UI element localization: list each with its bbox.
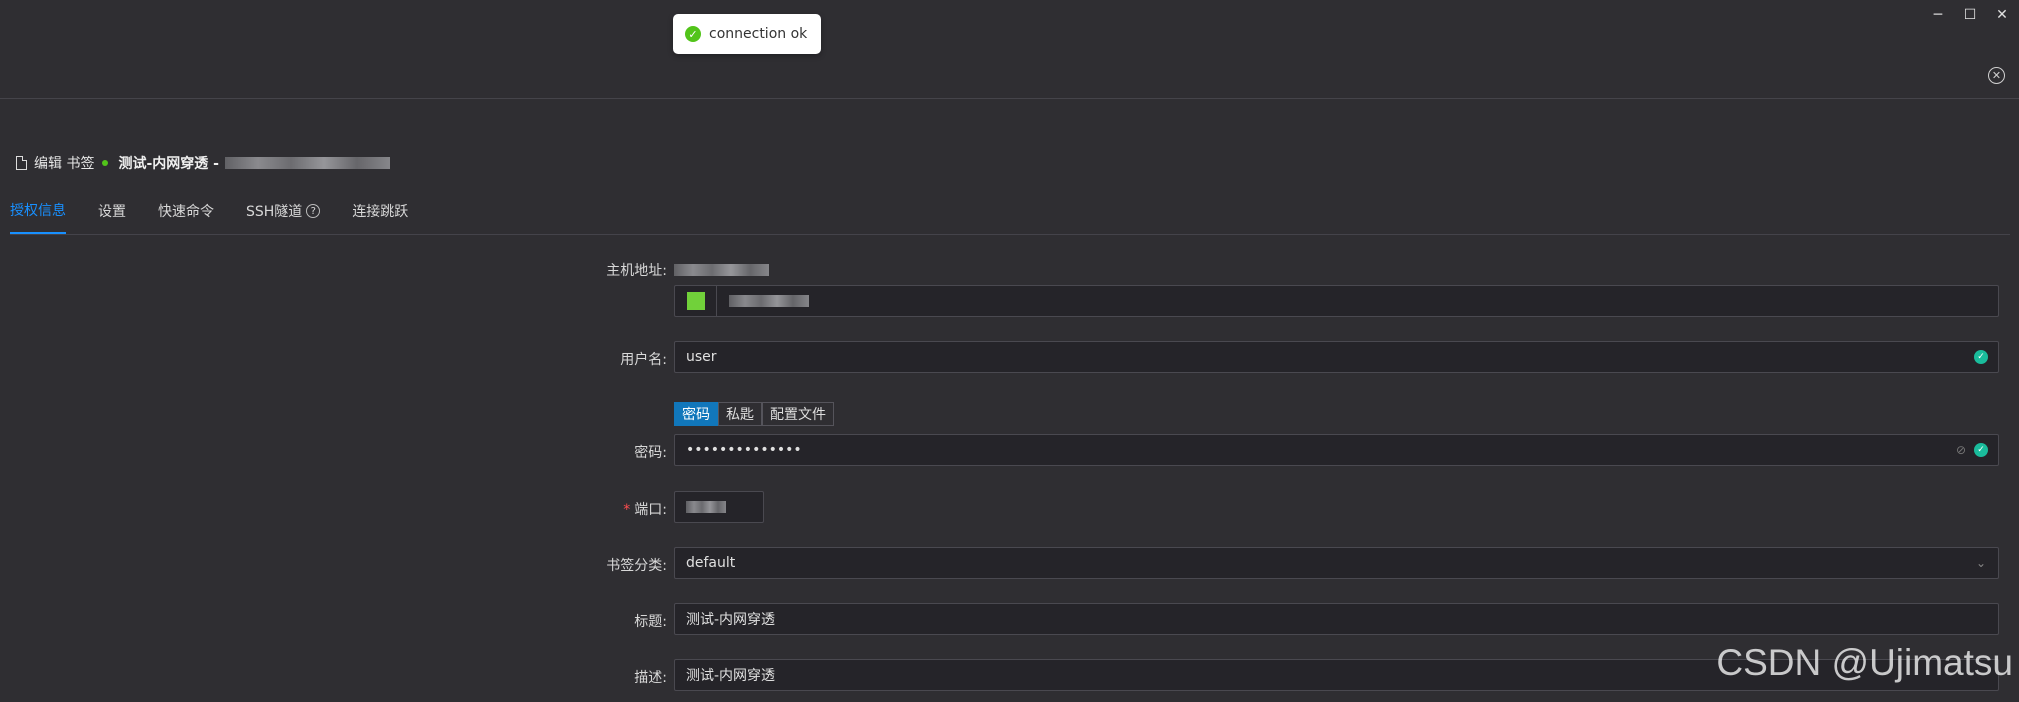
password-label: 密码: (634, 445, 667, 461)
window-controls: ─ ☐ ✕ (1925, 4, 2015, 26)
auth-type-private-key[interactable]: 私匙 (718, 402, 762, 426)
edit-bookmark-label: 编辑 书签 (34, 156, 95, 172)
category-label: 书签分类: (606, 558, 667, 574)
close-icon[interactable]: ✕ (1989, 4, 2015, 26)
check-icon: ✓ (1974, 443, 1988, 457)
description-label: 描述: (634, 670, 667, 686)
tab-bar: 授权信息 设置 快速命令 SSH隧道? 连接跳跃 (10, 200, 440, 234)
username-value: user (686, 349, 717, 365)
tab-quick-commands[interactable]: 快速命令 (158, 200, 214, 234)
username-label: 用户名: (620, 352, 667, 368)
password-input[interactable]: •••••••••••••• ⊘ ✓ (674, 434, 1999, 466)
watermark: CSDN @Ujimatsu (1716, 642, 2013, 683)
host-label: 主机地址: (606, 263, 667, 279)
username-input[interactable]: user ✓ (674, 341, 1999, 373)
tab-settings[interactable]: 设置 (98, 200, 126, 234)
tab-ssh-tunnel[interactable]: SSH隧道? (246, 200, 321, 234)
title-value: 测试-内网穿透 (686, 612, 776, 628)
tab-auth-info[interactable]: 授权信息 (10, 200, 66, 234)
tab-divider (10, 234, 2010, 235)
auth-type-selector: 密码 私匙 配置文件 (674, 402, 834, 426)
port-input[interactable] (674, 491, 764, 523)
check-icon: ✓ (1974, 350, 1988, 364)
tab-connection-hopping[interactable]: 连接跳跃 (352, 200, 408, 234)
category-value: default (686, 555, 736, 571)
divider (0, 98, 2019, 99)
redacted-host-input (729, 295, 809, 307)
chevron-down-icon: ⌄ (1975, 556, 1986, 570)
port-label: * 端口: (623, 502, 667, 518)
auth-type-password[interactable]: 密码 (674, 402, 718, 426)
maximize-icon[interactable]: ☐ (1957, 4, 1983, 26)
page-title: 编辑 书签 测试-内网穿透 - (16, 153, 390, 173)
minimize-icon[interactable]: ─ (1925, 4, 1951, 26)
eye-invisible-icon[interactable]: ⊘ (1956, 443, 1966, 457)
host-input[interactable] (674, 285, 1999, 317)
help-icon[interactable]: ? (306, 204, 321, 218)
color-picker[interactable] (675, 286, 717, 316)
title-label: 标题: (634, 614, 667, 630)
password-value: •••••••••••••• (686, 442, 802, 458)
bookmark-name: 测试-内网穿透 - (118, 156, 219, 172)
category-select[interactable]: default ⌄ (674, 547, 1999, 579)
redacted-host (224, 157, 390, 169)
redacted-port (686, 501, 726, 513)
required-mark: * (623, 502, 631, 518)
toast-message: connection ok (709, 26, 808, 42)
title-input[interactable]: 测试-内网穿透 (674, 603, 1999, 635)
redacted-host-value (674, 264, 769, 276)
color-swatch (686, 292, 705, 310)
description-value: 测试-内网穿透 (686, 668, 776, 684)
status-dot (102, 160, 109, 166)
check-circle-icon: ✓ (685, 26, 701, 42)
file-icon (16, 156, 27, 170)
toast-notification: ✓ connection ok (673, 14, 822, 54)
auth-type-profile[interactable]: 配置文件 (762, 402, 834, 426)
close-panel-icon[interactable]: ✕ (1988, 67, 2005, 84)
